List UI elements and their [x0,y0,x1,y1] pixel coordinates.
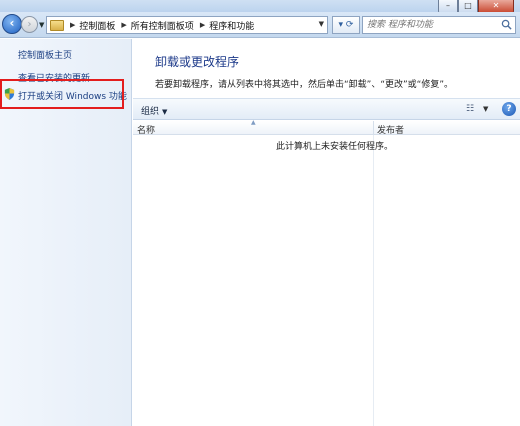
control-panel-folder-icon [50,19,64,31]
organize-button[interactable]: 组织 ▼ [141,104,167,117]
back-button[interactable]: ‹ [2,14,22,34]
empty-list-message: 此计算机上未安装任何程序。 [276,142,394,152]
column-separator-line [373,135,374,426]
column-divider[interactable] [373,121,374,135]
left-navigation-pane: 控制面板主页 查看已安装的更新 打开或关闭 Windows 功能 [0,39,132,426]
turn-windows-features-link[interactable]: 打开或关闭 Windows 功能 [18,89,127,102]
navigation-bar: ‹ › ▼ ▶ 控制面板 ▶ 所有控制面板项 ▶ 程序和功能 ▼ ▾ ⟳ [0,12,520,38]
breadcrumb-item[interactable]: ▶ 所有控制面板项 [121,19,193,32]
search-icon[interactable] [501,19,512,30]
main-content: 卸载或更改程序 若要卸载程序，请从列表中将其选中，然后单击“卸载”、“更改”或“… [133,39,520,426]
page-description: 若要卸载程序，请从列表中将其选中，然后单击“卸载”、“更改”或“修复”。 [155,80,453,90]
publisher-column-header[interactable]: 发布者 [377,123,404,136]
command-toolbar: 组织 ▼ ☷ ▼ ? [133,98,520,120]
search-input[interactable] [367,18,497,32]
forward-button[interactable]: › [21,16,38,33]
view-options-dropdown-icon[interactable]: ▼ [483,105,488,113]
shield-icon [4,88,15,100]
help-icon[interactable]: ? [502,102,516,116]
breadcrumb-item[interactable]: ▶ 程序和功能 [200,19,254,32]
refresh-button[interactable]: ▾ ⟳ [332,16,360,34]
breadcrumb-item[interactable]: ▶ 控制面板 [70,19,115,32]
page-title: 卸载或更改程序 [155,55,240,69]
recent-pages-dropdown-icon[interactable]: ▼ [39,21,44,29]
change-view-icon[interactable]: ☷ [466,104,474,114]
search-box[interactable] [362,16,516,34]
view-installed-updates-link[interactable]: 查看已安装的更新 [18,71,90,84]
address-bar[interactable]: ▶ 控制面板 ▶ 所有控制面板项 ▶ 程序和功能 ▼ [46,16,328,34]
column-header-row: 名称 ▲ 发布者 [133,119,520,136]
address-dropdown-icon[interactable]: ▼ [319,20,324,28]
sort-indicator-icon: ▲ [251,119,256,126]
name-column-header[interactable]: 名称 [137,123,155,136]
control-panel-home-link[interactable]: 控制面板主页 [18,48,72,61]
